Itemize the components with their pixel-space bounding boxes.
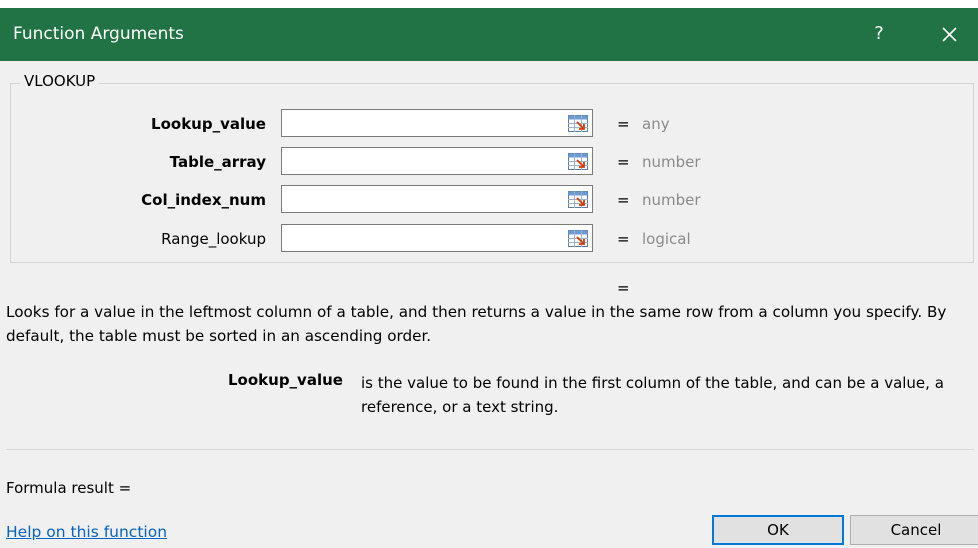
arg-type-lookup-value: any: [642, 115, 670, 133]
range-select-icon: [567, 114, 588, 132]
col-index-num-input[interactable]: [281, 185, 593, 213]
collapse-dialog-button-col-index-num[interactable]: [563, 186, 592, 212]
partial-top-text: [0, 0, 978, 8]
arg-label-range-lookup: Range_lookup: [161, 230, 266, 248]
equals-sign: =: [617, 115, 630, 133]
equals-sign: =: [617, 230, 630, 248]
function-result-equals: =: [617, 279, 630, 297]
lookup-value-input[interactable]: [281, 109, 593, 137]
arg-label-lookup-value: Lookup_value: [151, 115, 266, 133]
arg-description-text: is the value to be found in the first co…: [361, 374, 944, 416]
help-on-function-link[interactable]: Help on this function: [6, 523, 167, 541]
function-name-label: VLOOKUP: [20, 72, 100, 90]
equals-sign: =: [617, 191, 630, 209]
equals-sign: =: [617, 153, 630, 171]
cancel-button[interactable]: Cancel: [850, 515, 978, 545]
arg-type-col-index-num: number: [642, 191, 701, 209]
help-button[interactable]: ?: [862, 18, 896, 50]
range-select-icon: [567, 229, 588, 247]
function-description: Looks for a value in the leftmost column…: [6, 303, 947, 345]
window-title: Function Arguments: [13, 24, 184, 44]
range-select-icon: [567, 152, 588, 170]
divider: [6, 449, 974, 450]
ok-button[interactable]: OK: [712, 515, 844, 545]
collapse-dialog-button-lookup-value[interactable]: [563, 110, 592, 136]
arg-label-table-array: Table_array: [169, 153, 266, 171]
title-bar: Function Arguments ?: [0, 8, 978, 61]
arg-type-range-lookup: logical: [642, 230, 691, 248]
function-arguments-dialog: Function Arguments ? VLOOKUP Lookup_valu…: [0, 8, 978, 548]
arg-description-name: Lookup_value: [228, 371, 343, 389]
close-icon: [942, 27, 957, 42]
arg-label-col-index-num: Col_index_num: [141, 191, 266, 209]
collapse-dialog-button-range-lookup[interactable]: [563, 225, 592, 251]
arg-type-table-array: number: [642, 153, 701, 171]
range-select-icon: [567, 190, 588, 208]
formula-result-label: Formula result =: [6, 479, 132, 497]
close-button[interactable]: [926, 18, 972, 50]
range-lookup-input[interactable]: [281, 224, 593, 252]
collapse-dialog-button-table-array[interactable]: [563, 148, 592, 174]
table-array-input[interactable]: [281, 147, 593, 175]
